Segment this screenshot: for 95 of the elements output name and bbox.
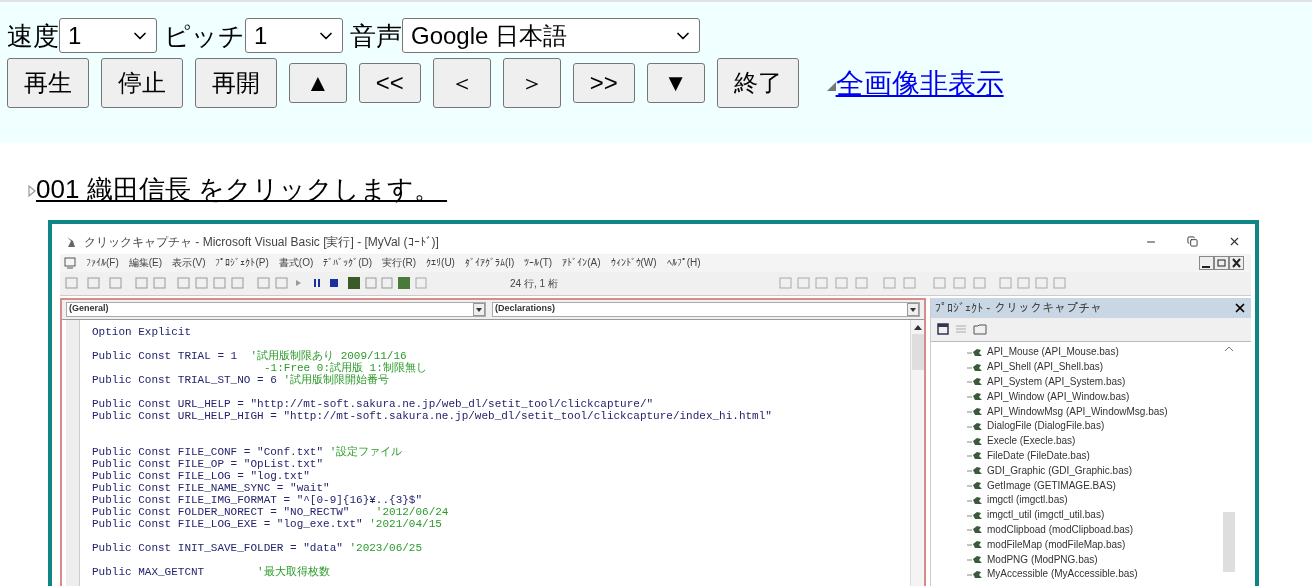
menu-item[interactable]: 編集(E): [128, 255, 163, 270]
folder-icon[interactable]: [973, 323, 987, 335]
menu-item[interactable]: ﾀﾞｲｱｸﾞﾗﾑ(I): [464, 255, 515, 270]
code-line: Public Const FILE_OP = "OpList.txt": [92, 457, 325, 470]
scroll-thumb[interactable]: [1223, 511, 1235, 572]
control-button[interactable]: 終了: [716, 58, 799, 108]
tree-item[interactable]: imgctl_util (imgctl_util.bas): [967, 507, 1221, 523]
code-line: Option Explicit: [92, 325, 193, 338]
tree-item[interactable]: GetImage (GETIMAGE.BAS): [967, 477, 1221, 493]
cursor-position: 24 行, 1 桁: [510, 276, 558, 291]
tree-item[interactable]: API_Mouse (API_Mouse.bas): [967, 344, 1221, 360]
tree-item[interactable]: imgctl (imgctl.bas): [967, 492, 1221, 508]
module-icon: [967, 524, 983, 535]
tree-item[interactable]: ModPNG (ModPNG.bas): [967, 551, 1221, 567]
object-combo[interactable]: (General): [66, 301, 486, 317]
module-icon: [967, 376, 983, 387]
dropdown-select[interactable]: 1: [245, 18, 343, 53]
menu-item[interactable]: ﾌﾟﾛｼﾞｪｸﾄ(P): [215, 255, 269, 270]
menu-item[interactable]: ｸｴﾘ(U): [426, 255, 455, 270]
control-button[interactable]: ＞: [502, 58, 561, 108]
code-line: Public Const FOLDER_NORECT = "NO_RECTW" '2012/06/24: [92, 505, 450, 518]
module-icon: [967, 361, 983, 372]
mdi-controls-icon[interactable]: [1199, 255, 1245, 270]
module-icon: [967, 420, 983, 431]
menu-item[interactable]: ｳｨﾝﾄﾞｳ(W): [610, 255, 657, 270]
menu-item[interactable]: 実行(R): [382, 255, 417, 270]
module-icon: [967, 568, 983, 579]
close-icon[interactable]: [1228, 235, 1241, 248]
code-line: Public Const FILE_LOG = "log.txt": [92, 469, 311, 482]
view-code-icon[interactable]: [937, 323, 949, 335]
control-button[interactable]: 再開: [195, 58, 277, 108]
restore-icon[interactable]: [1187, 236, 1198, 247]
field-label: ピッチ: [164, 22, 245, 49]
code-line: Public Const TRIAL_ST_NO = 6 '試用版制限開始番号: [92, 373, 390, 386]
triangle-right-icon: [28, 185, 36, 198]
dropdown-select[interactable]: 1: [59, 18, 157, 53]
vertical-scrollbar[interactable]: [910, 319, 924, 586]
module-icon: [967, 465, 983, 476]
pane-title: ﾌﾟﾛｼﾞｪｸﾄ - クリックキャプチャ: [935, 299, 1102, 317]
vb-icon: [64, 256, 76, 269]
procedure-combo[interactable]: (Declarations): [492, 301, 920, 317]
code-line: Public Const URL_HELP = "http://mt-soft.sakura.ne.jp/web_dl/setit_tool/clickcapture/": [92, 397, 655, 410]
tree-item[interactable]: API_Window (API_Window.bas): [967, 388, 1221, 404]
tree-item[interactable]: FileDate (FileDate.bas): [967, 448, 1221, 463]
hide-images-link[interactable]: 全画像非表示: [835, 65, 1004, 101]
field-label: 音声: [350, 22, 402, 49]
tree-item[interactable]: modFileMap (modFileMap.bas): [967, 536, 1221, 552]
code-line: Public Const FILE_NAME_SYNC = "wait": [92, 481, 331, 494]
code-line: Public MAX_GETCNT '最大取得枚数: [92, 565, 331, 578]
module-icon: [967, 391, 983, 402]
code-line: Public Const URL_HELP_HIGH = "http://mt-soft.sakura.ne.jp/web_dl/setit_tool/clickcapture/index_hi.html": [92, 409, 773, 422]
step-link[interactable]: 001 織田信長 をクリックします。: [36, 173, 448, 206]
tree-item[interactable]: API_Shell (API_Shell.bas): [967, 359, 1221, 375]
control-button[interactable]: ▼: [646, 63, 705, 103]
code-line: Public Const FILE_LOG_EXE = "log_exe.txt" '2021/04/15: [92, 517, 443, 530]
menu-item[interactable]: ﾃﾞﾊﾞｯｸﾞ(D): [323, 255, 373, 270]
module-icon: [967, 450, 983, 461]
control-button[interactable]: ＜: [432, 58, 491, 108]
control-button[interactable]: >>: [572, 63, 635, 103]
menu-item[interactable]: 表示(V): [172, 255, 206, 270]
menu-item[interactable]: ｱﾄﾞｲﾝ(A): [562, 255, 601, 270]
menu-item[interactable]: ﾂｰﾙ(T): [524, 255, 553, 270]
module-icon: [967, 554, 983, 565]
control-button[interactable]: <<: [358, 63, 421, 103]
tree-item[interactable]: GDI_Graphic (GDI_Graphic.bas): [967, 462, 1221, 478]
triangle-icon: [826, 81, 836, 91]
tree-item[interactable]: MyAccessible (MyAccessible.bas): [967, 566, 1221, 582]
code-line: Public Const TRIAL = 1 '試用版制限あり 2009/11/16: [92, 349, 408, 362]
control-button[interactable]: 再生: [7, 58, 89, 108]
tree-item[interactable]: modClipboad (modClipboad.bas): [967, 522, 1221, 537]
code-line: Public Const FILE_IMG_FORMAT = "^[0-9]{16}¥..{3}$": [92, 493, 424, 506]
scroll-thumb[interactable]: [911, 333, 924, 370]
window-title: クリックキャプチャ - Microsoft Visual Basic [実行] - [MyVal (ｺｰﾄﾞ)]: [84, 233, 439, 251]
module-icon: [967, 480, 983, 491]
control-button[interactable]: 停止: [101, 58, 183, 108]
menu-item[interactable]: ﾍﾙﾌﾟ(H): [666, 255, 701, 270]
module-icon: [967, 406, 983, 417]
tree-item[interactable]: API_System (API_System.bas): [967, 374, 1221, 389]
module-icon: [967, 539, 983, 550]
code-line: Public Const INIT_SAVE_FOLDER = "data" '2023/06/25: [92, 541, 424, 554]
scroll-up-icon[interactable]: [913, 323, 922, 330]
module-icon: [967, 346, 983, 357]
module-icon: [967, 435, 983, 446]
module-icon: [967, 509, 983, 520]
dropdown-select[interactable]: Google 日本語: [402, 18, 700, 53]
tree-item[interactable]: Execle (Execle.bas): [967, 433, 1221, 449]
control-button[interactable]: ▲: [289, 63, 347, 103]
menu-item[interactable]: 書式(O): [278, 255, 314, 270]
menu-item[interactable]: ﾌｧｲﾙ(F): [86, 255, 119, 270]
code-comment: -1:Free 0:試用版 1:制限無し: [263, 361, 428, 374]
tree-item[interactable]: DialogFile (DialogFile.bas): [967, 418, 1221, 434]
field-label: 速度: [7, 22, 59, 49]
code-line: Public Const FILE_CONF = "Conf.txt" '設定ファイル: [92, 445, 404, 458]
tree-item[interactable]: API_WindowMsg (API_WindowMsg.bas): [967, 403, 1221, 419]
module-icon: [967, 494, 983, 505]
